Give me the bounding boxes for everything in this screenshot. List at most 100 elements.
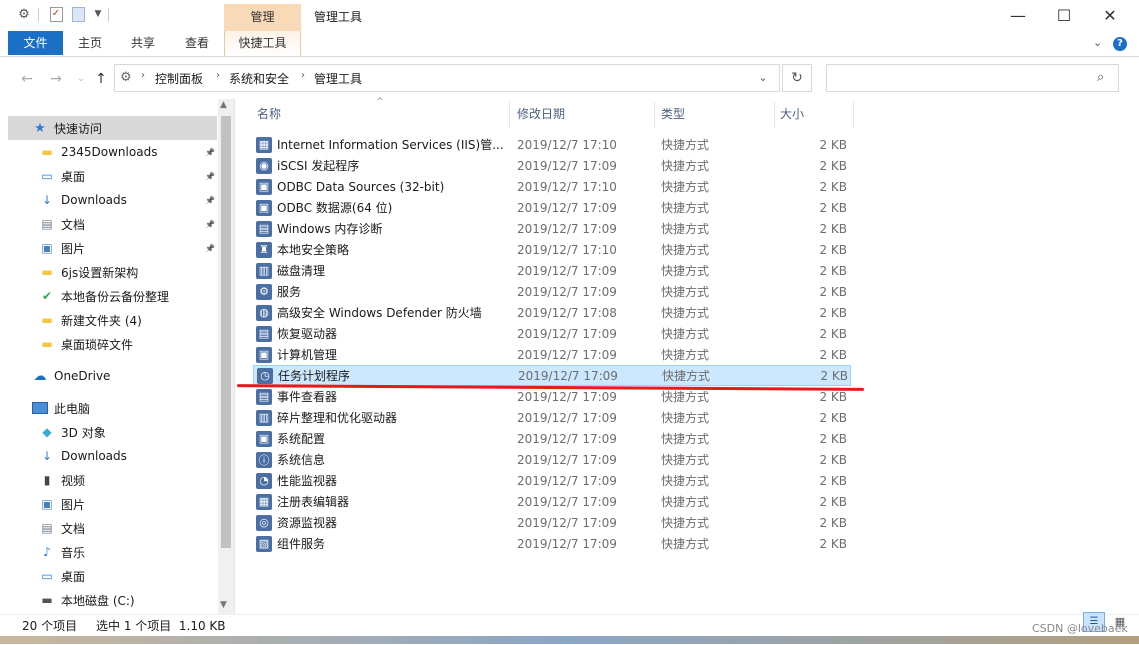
shortcut-icon: ▣ bbox=[256, 346, 272, 363]
breadcrumb-separator-icon[interactable]: › bbox=[216, 70, 220, 81]
file-date: 2019/12/7 17:10 bbox=[517, 242, 617, 257]
nav-quick-access[interactable]: ★ 快速访问 bbox=[8, 116, 217, 140]
chevron-down-icon[interactable]: ⌄ bbox=[1093, 36, 1102, 49]
file-row[interactable]: ▣ 计算机管理 2019/12/7 17:09 快捷方式 2 KB bbox=[253, 344, 851, 365]
forward-arrow-icon[interactable]: → bbox=[47, 70, 65, 88]
file-row[interactable]: ⚙ 服务 2019/12/7 17:09 快捷方式 2 KB bbox=[253, 281, 851, 302]
file-row[interactable]: ▤ 恢复驱动器 2019/12/7 17:09 快捷方式 2 KB bbox=[253, 323, 851, 344]
file-row[interactable]: ▥ 磁盘清理 2019/12/7 17:09 快捷方式 2 KB bbox=[253, 260, 851, 281]
tab-home[interactable]: 主页 bbox=[70, 31, 110, 55]
column-header-size[interactable]: 大小 bbox=[775, 102, 854, 128]
file-size: 2 KB bbox=[819, 494, 847, 509]
file-type: 快捷方式 bbox=[661, 222, 710, 236]
pin-icon[interactable]: 📌 bbox=[205, 172, 215, 181]
file-size: 2 KB bbox=[819, 431, 847, 446]
address-bar[interactable] bbox=[114, 64, 780, 92]
breadcrumb-separator-icon[interactable]: › bbox=[301, 70, 305, 81]
file-row[interactable]: ▦ Internet Information Services (IIS)管...… bbox=[253, 134, 851, 155]
file-row[interactable]: ⓘ 系统信息 2019/12/7 17:09 快捷方式 2 KB bbox=[253, 449, 851, 470]
file-row[interactable]: ◍ 高级安全 Windows Defender 防火墙 2019/12/7 17:0… bbox=[253, 302, 851, 323]
scroll-down-icon[interactable]: ▼ bbox=[220, 600, 227, 610]
back-arrow-icon[interactable]: ← bbox=[18, 70, 36, 88]
shortcut-icon: ◔ bbox=[256, 472, 272, 489]
new-folder-icon[interactable] bbox=[70, 6, 86, 22]
nav-pc-item[interactable]: ▭ 桌面 bbox=[8, 564, 217, 588]
nav-pc-item[interactable]: ▮ 视频 bbox=[8, 468, 217, 492]
search-input[interactable] bbox=[826, 64, 1119, 92]
nav-qa-item[interactable]: ✔ 本地备份云备份整理 bbox=[8, 284, 217, 308]
minimize-button[interactable]: — bbox=[995, 0, 1041, 30]
address-dropdown-icon[interactable]: ⌄ bbox=[754, 69, 772, 87]
context-tab-manage[interactable]: 管理 bbox=[224, 4, 301, 31]
document-icon: ▤ bbox=[41, 217, 53, 231]
maximize-button[interactable]: ☐ bbox=[1041, 0, 1087, 30]
nav-qa-item[interactable]: ▬ 新建文件夹 (4) bbox=[8, 308, 217, 332]
nav-pc-item[interactable]: ◆ 3D 对象 bbox=[8, 420, 217, 444]
tab-file[interactable]: 文件 bbox=[8, 31, 63, 55]
file-row[interactable]: ▤ Windows 内存诊断 2019/12/7 17:09 快捷方式 2 KB bbox=[253, 218, 851, 239]
nav-pc-item[interactable]: ▤ 文档 bbox=[8, 516, 217, 540]
checkmark-icon[interactable]: ✓ bbox=[48, 6, 64, 22]
nav-qa-item[interactable]: ▭ 桌面 📌 bbox=[8, 164, 217, 188]
nav-qa-item[interactable]: ▣ 图片 📌 bbox=[8, 236, 217, 260]
scroll-up-icon[interactable]: ▲ bbox=[220, 100, 227, 110]
breadcrumb-separator-icon[interactable]: › bbox=[141, 70, 145, 81]
refresh-button[interactable]: ↻ bbox=[782, 64, 812, 92]
nav-qa-item[interactable]: ▬ 桌面琐碎文件 bbox=[8, 332, 217, 356]
file-row[interactable]: ▥ 碎片整理和优化驱动器 2019/12/7 17:09 快捷方式 2 KB bbox=[253, 407, 851, 428]
file-row[interactable]: ▣ 系统配置 2019/12/7 17:09 快捷方式 2 KB bbox=[253, 428, 851, 449]
tab-shortcut-tools[interactable]: 快捷工具 bbox=[224, 31, 301, 56]
properties-icon[interactable]: ⚙ bbox=[16, 6, 32, 22]
nav-qa-item[interactable]: ↓ Downloads 📌 bbox=[8, 188, 217, 212]
breadcrumb-system-security[interactable]: 系统和安全 bbox=[229, 70, 289, 87]
file-row[interactable]: ♜ 本地安全策略 2019/12/7 17:10 快捷方式 2 KB bbox=[253, 239, 851, 260]
breadcrumb-admin-tools[interactable]: 管理工具 bbox=[314, 70, 362, 87]
file-row[interactable]: ◷ 任务计划程序 2019/12/7 17:09 快捷方式 2 KB bbox=[253, 365, 851, 386]
file-row[interactable]: ◔ 性能监视器 2019/12/7 17:09 快捷方式 2 KB bbox=[253, 470, 851, 491]
nav-pc-item[interactable]: ▣ 图片 bbox=[8, 492, 217, 516]
nav-qa-item[interactable]: ▤ 文档 📌 bbox=[8, 212, 217, 236]
column-header-date[interactable]: 修改日期 bbox=[512, 102, 655, 128]
nav-label: 快速访问 bbox=[54, 121, 103, 136]
nav-qa-item[interactable]: ▬ 2345Downloads 📌 bbox=[8, 140, 217, 164]
nav-pc-item[interactable]: ♪ 音乐 bbox=[8, 540, 217, 564]
breadcrumb-control-panel[interactable]: 控制面板 bbox=[155, 70, 203, 87]
tab-view[interactable]: 查看 bbox=[176, 31, 218, 55]
nav-label: 本地磁盘 (C:) bbox=[61, 593, 135, 608]
pin-icon[interactable]: 📌 bbox=[205, 196, 215, 205]
column-header-type[interactable]: 类型 bbox=[656, 102, 775, 128]
nav-onedrive[interactable]: ☁ OneDrive bbox=[8, 364, 217, 388]
pane-splitter[interactable] bbox=[234, 99, 235, 614]
file-row[interactable]: ◉ iSCSI 发起程序 2019/12/7 17:09 快捷方式 2 KB bbox=[253, 155, 851, 176]
file-row[interactable]: ▧ 组件服务 2019/12/7 17:09 快捷方式 2 KB bbox=[253, 533, 851, 554]
file-name: 碎片整理和优化驱动器 bbox=[277, 411, 398, 425]
status-item-count: 20 个项目 bbox=[22, 619, 78, 633]
up-arrow-icon[interactable]: ↑ bbox=[92, 70, 110, 88]
file-row[interactable]: ◎ 资源监视器 2019/12/7 17:09 快捷方式 2 KB bbox=[253, 512, 851, 533]
file-name: 本地安全策略 bbox=[277, 243, 350, 257]
nav-this-pc[interactable]: 此电脑 bbox=[8, 396, 217, 420]
file-name: 任务计划程序 bbox=[278, 369, 351, 383]
cloud-icon: ☁ bbox=[33, 368, 47, 384]
file-row[interactable]: ▦ 注册表编辑器 2019/12/7 17:09 快捷方式 2 KB bbox=[253, 491, 851, 512]
recent-dropdown-icon[interactable]: ⌄ bbox=[72, 70, 90, 88]
nav-scrollbar-thumb[interactable] bbox=[221, 116, 231, 548]
quick-access-dropdown-icon[interactable]: ▼ bbox=[90, 6, 106, 22]
nav-qa-item[interactable]: ▬ 6js设置新架构 bbox=[8, 260, 217, 284]
shortcut-icon: ⚙ bbox=[256, 283, 272, 300]
nav-pc-item[interactable]: ▬ 本地磁盘 (C:) bbox=[8, 588, 217, 612]
close-button[interactable]: ✕ bbox=[1087, 0, 1133, 30]
pin-icon[interactable]: 📌 bbox=[205, 220, 215, 229]
file-row[interactable]: ▣ ODBC Data Sources (32-bit) 2019/12/7 17:… bbox=[253, 176, 851, 197]
shortcut-icon: ▥ bbox=[256, 262, 272, 279]
tab-share[interactable]: 共享 bbox=[122, 31, 164, 55]
help-icon[interactable]: ? bbox=[1113, 37, 1127, 51]
file-type: 快捷方式 bbox=[661, 138, 710, 152]
nav-pc-item[interactable]: ↓ Downloads bbox=[8, 444, 217, 468]
pin-icon[interactable]: 📌 bbox=[205, 148, 215, 157]
shortcut-icon: ⓘ bbox=[256, 451, 272, 468]
file-row[interactable]: ▣ ODBC 数据源(64 位) 2019/12/7 17:09 快捷方式 2 KB bbox=[253, 197, 851, 218]
pin-icon[interactable]: 📌 bbox=[205, 244, 215, 253]
file-name: 系统信息 bbox=[277, 453, 326, 467]
desktop-icon: ▭ bbox=[41, 169, 53, 183]
